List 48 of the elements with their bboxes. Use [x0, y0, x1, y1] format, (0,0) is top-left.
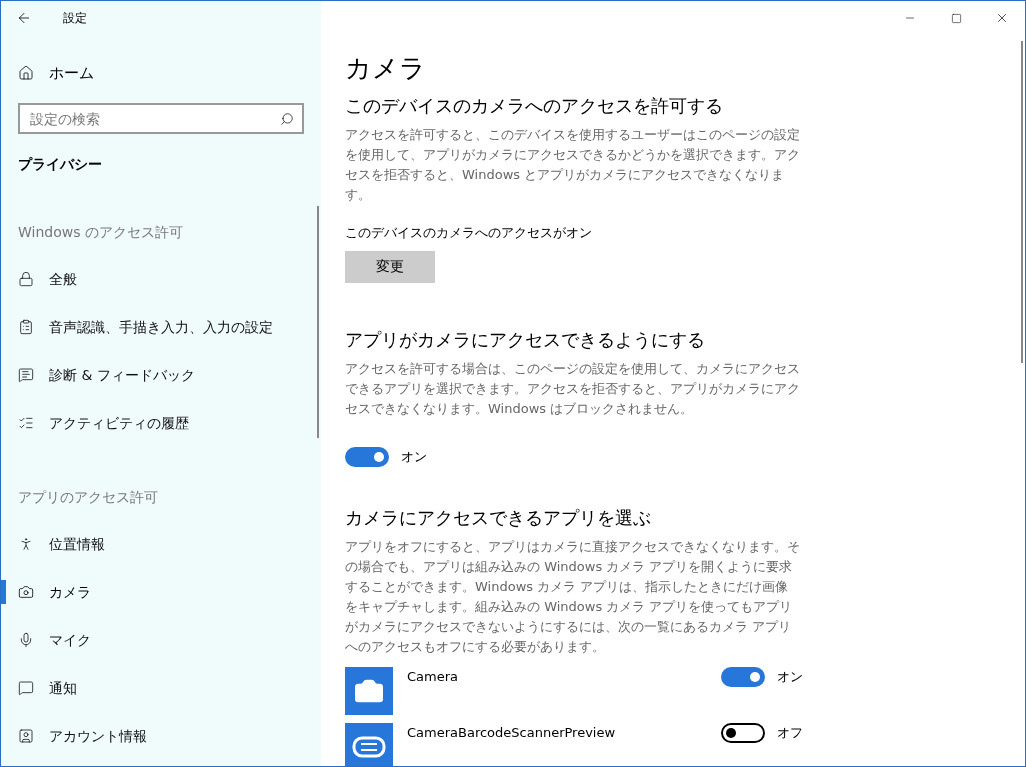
status-text: このデバイスのカメラへのアクセスがオン: [345, 224, 592, 242]
app-name: CameraBarcodeScannerPreview: [407, 723, 617, 742]
checklist-icon: [18, 415, 34, 431]
section-label: Windows のアクセス許可: [18, 223, 183, 242]
nav-item[interactable]: カメラ: [6, 568, 103, 616]
nav-item[interactable]: マイク: [6, 616, 103, 664]
close-icon: [995, 11, 1009, 25]
description-text: アプリをオフにすると、アプリはカメラに直接アクセスできなくなります。その場合でも、アプリは組み込みの Windows カメラ アプリを開くように要求することができます。Windows カメラ アプリは、指示したときにだけ画像をキャプチャします。組み込みの Windows カメラ アプリを使ってもアプリがカメラにアクセスできないようにするには、次の一覧にあるカメラ アプリへのアクセスもオフにする必要があります。: [345, 537, 801, 656]
person-icon: [18, 536, 34, 552]
description-text: アクセスを許可すると、このデバイスを使用するユーザーはこのページの設定を使用して、アプリがカメラにアクセスできるかどうかを選択できます。アクセスを拒否すると、Windows とアプリがカメラにアクセスできなくなります。: [345, 126, 801, 204]
clipboard-icon: [18, 319, 34, 335]
nav-item[interactable]: 音声認識、手描き入力、入力の設定: [6, 303, 285, 351]
selection-indicator: [1, 580, 6, 604]
window-title: 設定: [63, 10, 87, 27]
toggle-switch[interactable]: [721, 722, 765, 743]
section-label: アプリのアクセス許可: [18, 488, 158, 507]
home-icon: [18, 65, 34, 81]
search-icon: [280, 112, 294, 126]
nav-item[interactable]: アクティビティの履歴: [6, 399, 201, 447]
change-button[interactable]: 変更: [345, 250, 435, 283]
nav-item[interactable]: アカウント情報: [6, 712, 159, 760]
speech-bubble-icon: [18, 680, 34, 696]
sidebar-heading: プライバシー: [18, 155, 102, 174]
search-field[interactable]: 設定の検索: [18, 103, 304, 134]
description-text: アクセスを許可する場合は、このページの設定を使用して、カメラにアクセスできるアプリを選択できます。アクセスを拒否すると、アプリがカメラにアクセスできなくなります。Windows はブロックされません。: [345, 359, 801, 418]
home-nav-item[interactable]: ホーム: [1, 51, 110, 95]
app-name: Camera: [407, 667, 460, 686]
toggle-label: オフ: [777, 723, 803, 742]
nav-item[interactable]: 全般: [6, 255, 89, 303]
toggle-switch[interactable]: [721, 666, 765, 687]
toggle-label: オン: [401, 447, 427, 466]
toggle-label: オン: [777, 667, 803, 686]
back-arrow-icon: [16, 10, 32, 26]
section-heading: アプリがカメラにアクセスできるようにする: [345, 327, 705, 352]
speech-bubble-icon: [18, 367, 34, 383]
nav-item[interactable]: 位置情報: [6, 520, 117, 568]
camera-icon: [18, 584, 34, 600]
lock-icon: [18, 271, 34, 287]
nav-item[interactable]: 通知: [6, 664, 89, 712]
section-heading: カメラにアクセスできるアプリを選ぶ: [345, 505, 651, 530]
section-heading: このデバイスのカメラへのアクセスを許可する: [345, 94, 723, 118]
page-title: カメラ: [345, 52, 426, 85]
microphone-icon: [18, 632, 34, 648]
nav-item[interactable]: 診断 & フィードバック: [6, 351, 207, 399]
camera-app-icon: [345, 666, 393, 715]
maximize-icon: [950, 12, 962, 24]
toggle-switch[interactable]: [345, 446, 389, 467]
user-card-icon: [18, 728, 34, 744]
